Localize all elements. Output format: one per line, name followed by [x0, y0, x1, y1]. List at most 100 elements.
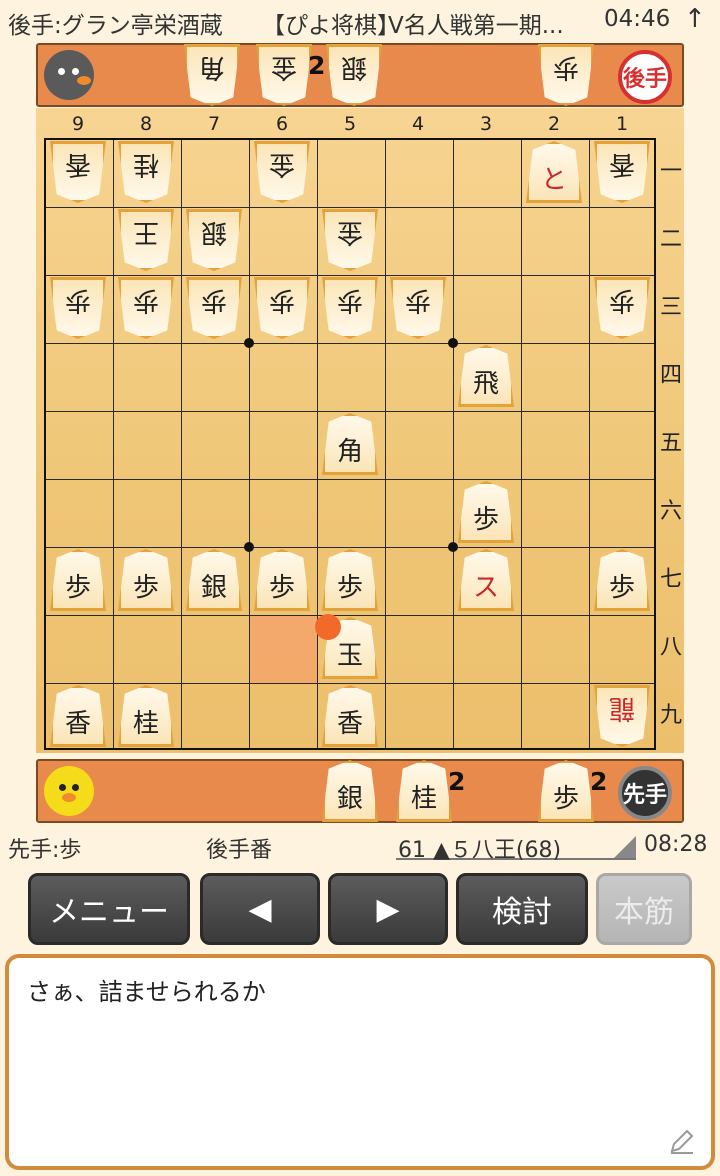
- piece-label: 飛: [472, 369, 499, 399]
- menu-button[interactable]: メニュー: [28, 873, 190, 945]
- file-label: 8: [139, 113, 153, 135]
- gote-piece[interactable]: 歩: [594, 277, 650, 339]
- gote-piece[interactable]: 歩: [50, 277, 106, 339]
- sente-hand-bar: 先手 銀桂2歩2: [36, 759, 684, 823]
- study-button[interactable]: 検討: [456, 873, 588, 945]
- gote-hand-piece[interactable]: 銀: [326, 44, 382, 106]
- piece-label: 銀: [200, 573, 227, 603]
- up-arrow-icon[interactable]: ↑: [684, 4, 706, 34]
- file-labels: 9 8 7 6 5 4 3 2 1: [44, 113, 656, 137]
- sente-piece[interactable]: 香: [322, 685, 378, 747]
- piece-label: 玉: [336, 641, 363, 671]
- file-label: 9: [71, 113, 85, 135]
- sente-avatar-icon: [44, 766, 94, 816]
- file-label: 1: [615, 113, 629, 135]
- rank-label: 一: [659, 159, 682, 184]
- gote-hand-piece[interactable]: 角: [184, 44, 240, 106]
- rank-label: 三: [659, 295, 682, 320]
- file-label: 7: [207, 113, 221, 135]
- sente-piece[interactable]: 銀: [186, 549, 242, 611]
- piece-label: 歩: [65, 285, 92, 315]
- file-label: 5: [343, 113, 357, 135]
- clock: 08:28: [644, 832, 708, 857]
- gote-badge-label: 後手: [622, 67, 667, 92]
- gote-hand-piece[interactable]: 歩: [538, 44, 594, 106]
- grid-line: [249, 140, 250, 748]
- piece-label: 桂: [132, 709, 159, 739]
- sente-piece[interactable]: 歩: [254, 549, 310, 611]
- sente-piece[interactable]: 歩: [118, 549, 174, 611]
- piece-label: 歩: [608, 573, 635, 603]
- comment-box[interactable]: さぁ、詰ませられるか: [5, 954, 715, 1170]
- gote-piece[interactable]: 金: [254, 141, 310, 203]
- grid-line: [317, 140, 318, 748]
- sente-piece[interactable]: 角: [322, 413, 378, 475]
- gote-piece[interactable]: 金: [322, 209, 378, 271]
- dropdown-corner-icon: [614, 836, 636, 858]
- sente-piece[interactable]: と: [526, 141, 582, 203]
- star-point: [244, 338, 254, 348]
- grid-line: [46, 275, 654, 276]
- grid-line: [521, 140, 522, 748]
- grid-line: [453, 140, 454, 748]
- sente-piece[interactable]: 飛: [458, 345, 514, 407]
- piece-label: 歩: [269, 285, 296, 315]
- gote-piece[interactable]: 歩: [390, 277, 446, 339]
- sente-piece[interactable]: 歩: [594, 549, 650, 611]
- piece-label: 香: [64, 709, 91, 739]
- sente-piece[interactable]: 歩: [50, 549, 106, 611]
- sente-hand-piece[interactable]: 桂: [396, 760, 452, 822]
- piece-label: 金: [271, 52, 298, 82]
- gote-piece[interactable]: 歩: [322, 277, 378, 339]
- top-bar: 後手:グラン亭栄酒蔵 【ぴよ将棋】 V名人戦第一期... 04:46 ↑: [0, 0, 720, 42]
- grid-line: [46, 343, 654, 344]
- gote-piece[interactable]: 歩: [254, 277, 310, 339]
- piece-label: 龍: [609, 693, 636, 723]
- move-selector[interactable]: 61 ▲５八王(68): [396, 832, 636, 863]
- file-label: 3: [479, 113, 493, 135]
- piece-label: 桂: [410, 784, 437, 814]
- gote-piece[interactable]: 香: [594, 141, 650, 203]
- prev-button[interactable]: ◀: [200, 873, 320, 945]
- grid-line: [46, 479, 654, 480]
- gote-piece[interactable]: 王: [118, 209, 174, 271]
- file-label: 6: [275, 113, 289, 135]
- piece-label: と: [540, 165, 567, 195]
- sente-piece[interactable]: 歩: [322, 549, 378, 611]
- gote-piece[interactable]: 銀: [186, 209, 242, 271]
- grid-line: [113, 140, 114, 748]
- mainline-button[interactable]: 本筋: [596, 873, 692, 945]
- gote-piece[interactable]: 龍: [594, 685, 650, 747]
- gote-piece[interactable]: 桂: [118, 141, 174, 203]
- sente-hand-piece[interactable]: 歩: [538, 760, 594, 822]
- piece-label: 香: [609, 149, 636, 179]
- file-label: 2: [547, 113, 561, 135]
- sente-piece[interactable]: 香: [50, 685, 106, 747]
- sente-piece[interactable]: 桂: [118, 685, 174, 747]
- piece-label: 王: [133, 217, 160, 247]
- piece-label: 歩: [64, 573, 91, 603]
- last-move-dot: [315, 614, 341, 640]
- gote-avatar-icon: [44, 50, 94, 100]
- comment-text: さぁ、詰ませられるか: [27, 978, 266, 1006]
- gote-piece[interactable]: 歩: [118, 277, 174, 339]
- grid-line: [385, 140, 386, 748]
- pencil-icon[interactable]: [667, 1126, 697, 1156]
- gote-hand-piece[interactable]: 金: [256, 44, 312, 106]
- piece-label: 銀: [201, 217, 228, 247]
- sente-hand-piece[interactable]: 銀: [322, 760, 378, 822]
- opponent-name: 後手:グラン亭栄酒蔵: [8, 13, 223, 39]
- rank-label: 八: [659, 635, 682, 660]
- star-point: [244, 542, 254, 552]
- sente-piece[interactable]: ス: [458, 549, 514, 611]
- sente-info: 先手:歩: [8, 838, 82, 863]
- next-button[interactable]: ▶: [328, 873, 448, 945]
- piece-label: 歩: [405, 285, 432, 315]
- gote-piece[interactable]: 歩: [186, 277, 242, 339]
- piece-label: 香: [336, 709, 363, 739]
- grid-line: [46, 683, 654, 684]
- sente-piece[interactable]: 歩: [458, 481, 514, 543]
- hand-count: 2: [448, 767, 466, 796]
- rank-label: 九: [659, 703, 682, 728]
- gote-piece[interactable]: 香: [50, 141, 106, 203]
